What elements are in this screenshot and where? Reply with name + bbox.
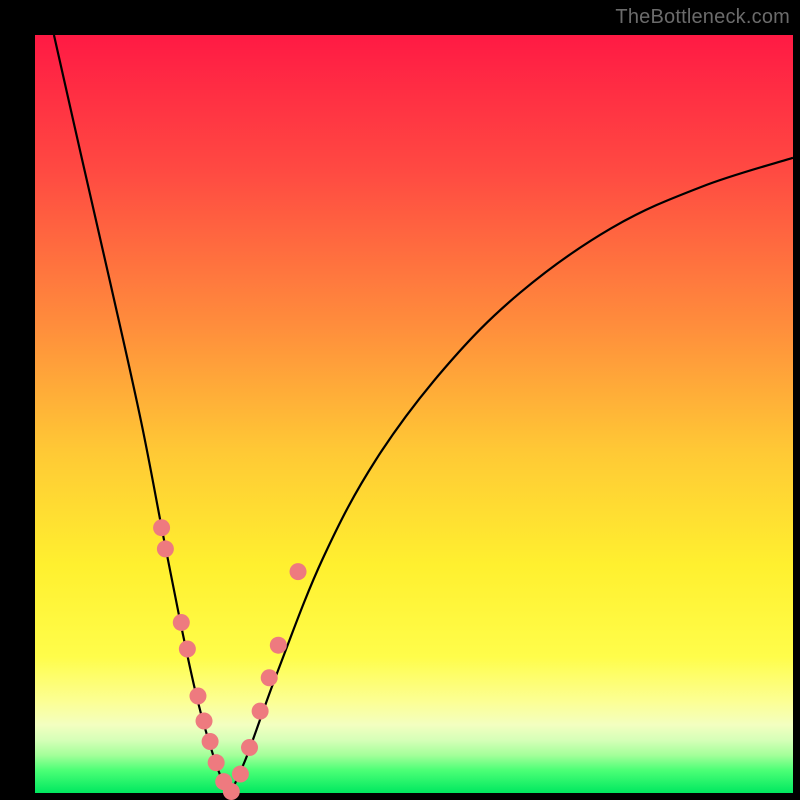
marker-dot bbox=[179, 640, 196, 657]
marker-dot bbox=[153, 519, 170, 536]
marker-dot bbox=[232, 766, 249, 783]
marker-dot bbox=[202, 733, 219, 750]
marker-dot bbox=[261, 669, 278, 686]
marker-dot bbox=[157, 540, 174, 557]
chart-frame: TheBottleneck.com bbox=[0, 0, 800, 800]
marker-dot bbox=[241, 739, 258, 756]
marker-dot bbox=[173, 614, 190, 631]
marker-dot bbox=[270, 637, 287, 654]
marker-dot bbox=[252, 703, 269, 720]
curve-right-path bbox=[231, 158, 793, 793]
chart-svg bbox=[35, 35, 793, 793]
marker-group bbox=[153, 519, 306, 800]
marker-dot bbox=[196, 712, 213, 729]
curve-left-path bbox=[54, 35, 231, 793]
marker-dot bbox=[290, 563, 307, 580]
plot-area bbox=[35, 35, 793, 793]
marker-dot bbox=[189, 687, 206, 704]
watermark-text: TheBottleneck.com bbox=[615, 6, 790, 29]
marker-dot bbox=[223, 783, 240, 800]
marker-dot bbox=[208, 754, 225, 771]
